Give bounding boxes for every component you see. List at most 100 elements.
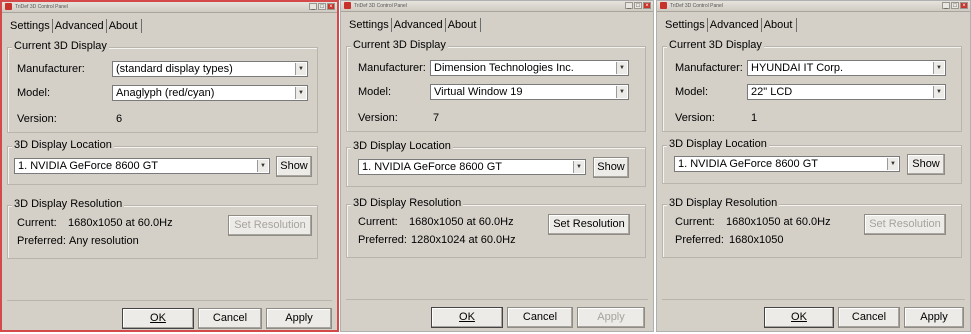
- preferred-resolution-label: Preferred:: [17, 235, 66, 247]
- title-bar[interactable]: TriDef 3D Control Panel _ □ ×: [657, 1, 970, 12]
- display-location-select[interactable]: 1. NVIDIA GeForce 8600 GT ▼: [358, 159, 586, 175]
- close-icon[interactable]: ×: [327, 3, 335, 10]
- group-label: Current 3D Display: [667, 39, 764, 51]
- version-label: Version:: [17, 113, 57, 125]
- tab-advanced[interactable]: Advanced: [708, 18, 762, 32]
- display-location-select[interactable]: 1. NVIDIA GeForce 8600 GT ▼: [674, 156, 900, 172]
- display-resolution-group: 3D Display Resolution Current: 1680x1050…: [7, 198, 318, 259]
- display-resolution-group: 3D Display Resolution Current: 1680x1050…: [346, 197, 646, 258]
- display-location-group: 3D Display Location 1. NVIDIA GeForce 86…: [7, 139, 318, 185]
- tab-advanced[interactable]: Advanced: [53, 19, 107, 33]
- footer-divider: [662, 299, 965, 300]
- current-resolution-label: Current:: [17, 217, 57, 229]
- manufacturer-select[interactable]: Dimension Technologies Inc. ▼: [430, 60, 629, 76]
- app-icon: [5, 3, 12, 10]
- set-resolution-button[interactable]: Set Resolution: [228, 215, 312, 236]
- model-select[interactable]: Virtual Window 19 ▼: [430, 84, 629, 100]
- display-location-group: 3D Display Location 1. NVIDIA GeForce 86…: [662, 138, 962, 184]
- chevron-down-icon[interactable]: ▼: [933, 86, 944, 98]
- preferred-resolution-label: Preferred:: [358, 234, 407, 246]
- current-resolution-value: 1680x1050 at 60.0Hz: [726, 216, 831, 228]
- current-display-group: Current 3D Display Manufacturer: HYUNDAI…: [662, 39, 962, 132]
- close-icon[interactable]: ×: [643, 2, 651, 9]
- tab-about[interactable]: About: [446, 18, 482, 32]
- manufacturer-select[interactable]: (standard display types) ▼: [112, 61, 308, 77]
- minimize-icon[interactable]: _: [625, 2, 633, 9]
- group-label: 3D Display Resolution: [12, 198, 125, 210]
- group-label: Current 3D Display: [351, 39, 448, 51]
- maximize-icon[interactable]: □: [634, 2, 642, 9]
- preferred-resolution-value: Any resolution: [69, 235, 139, 247]
- set-resolution-button[interactable]: Set Resolution: [548, 214, 630, 235]
- app-icon: [660, 2, 667, 9]
- model-value: 22" LCD: [751, 86, 793, 98]
- ok-button[interactable]: OK: [764, 307, 834, 328]
- set-resolution-button[interactable]: Set Resolution: [864, 214, 946, 235]
- display-location-group: 3D Display Location 1. NVIDIA GeForce 86…: [346, 140, 646, 187]
- display-location-value: 1. NVIDIA GeForce 8600 GT: [18, 160, 159, 172]
- cancel-button[interactable]: Cancel: [198, 308, 262, 329]
- manufacturer-value: Dimension Technologies Inc.: [434, 62, 574, 74]
- manufacturer-value: HYUNDAI IT Corp.: [751, 62, 844, 74]
- version-label: Version:: [358, 112, 398, 124]
- manufacturer-label: Manufacturer:: [675, 62, 743, 74]
- title-bar[interactable]: TriDef 3D Control Panel _ □ ×: [2, 2, 337, 13]
- chevron-down-icon[interactable]: ▼: [933, 62, 944, 74]
- title-bar[interactable]: TriDef 3D Control Panel _ □ ×: [341, 1, 653, 12]
- chevron-down-icon[interactable]: ▼: [616, 86, 627, 98]
- window-title: TriDef 3D Control Panel: [670, 3, 723, 9]
- tab-about[interactable]: About: [762, 18, 798, 32]
- current-resolution-label: Current:: [358, 216, 398, 228]
- manufacturer-label: Manufacturer:: [358, 62, 426, 74]
- chevron-down-icon[interactable]: ▼: [257, 160, 268, 172]
- tab-bar: Settings Advanced About: [347, 18, 482, 32]
- control-panel-window-3: TriDef 3D Control Panel _ □ × Settings A…: [656, 0, 971, 332]
- chevron-down-icon[interactable]: ▼: [295, 63, 306, 75]
- show-button[interactable]: Show: [276, 156, 312, 177]
- tab-settings[interactable]: Settings: [663, 18, 708, 32]
- ok-button[interactable]: OK: [122, 308, 194, 329]
- display-resolution-group: 3D Display Resolution Current: 1680x1050…: [662, 197, 962, 258]
- model-label: Model:: [675, 86, 709, 98]
- tab-settings[interactable]: Settings: [347, 18, 392, 32]
- current-display-group: Current 3D Display Manufacturer: Dimensi…: [346, 39, 646, 132]
- model-label: Model:: [17, 87, 51, 99]
- control-panel-window-1: TriDef 3D Control Panel _ □ × Settings A…: [0, 0, 339, 332]
- apply-button[interactable]: Apply: [266, 308, 332, 329]
- group-label: 3D Display Resolution: [667, 197, 780, 209]
- window-title: TriDef 3D Control Panel: [15, 4, 68, 10]
- window-title: TriDef 3D Control Panel: [354, 3, 407, 9]
- show-button[interactable]: Show: [593, 157, 629, 178]
- cancel-button[interactable]: Cancel: [838, 307, 900, 328]
- manufacturer-label: Manufacturer:: [17, 63, 85, 75]
- chevron-down-icon[interactable]: ▼: [573, 161, 584, 173]
- display-location-select[interactable]: 1. NVIDIA GeForce 8600 GT ▼: [14, 158, 270, 174]
- display-location-value: 1. NVIDIA GeForce 8600 GT: [678, 158, 819, 170]
- ok-button[interactable]: OK: [431, 307, 503, 328]
- model-select[interactable]: 22" LCD ▼: [747, 84, 946, 100]
- minimize-icon[interactable]: _: [942, 2, 950, 9]
- close-icon[interactable]: ×: [960, 2, 968, 9]
- tab-settings[interactable]: Settings: [8, 19, 53, 33]
- tab-advanced[interactable]: Advanced: [392, 18, 446, 32]
- manufacturer-select[interactable]: HYUNDAI IT Corp. ▼: [747, 60, 946, 76]
- chevron-down-icon[interactable]: ▼: [616, 62, 627, 74]
- maximize-icon[interactable]: □: [951, 2, 959, 9]
- minimize-icon[interactable]: _: [309, 3, 317, 10]
- app-icon: [344, 2, 351, 9]
- model-value: Anaglyph (red/cyan): [116, 87, 215, 99]
- version-value: 6: [116, 113, 123, 125]
- apply-button[interactable]: Apply: [904, 307, 964, 328]
- version-value: 7: [433, 112, 440, 124]
- show-button[interactable]: Show: [907, 154, 945, 175]
- model-select[interactable]: Anaglyph (red/cyan) ▼: [112, 85, 308, 101]
- maximize-icon[interactable]: □: [318, 3, 326, 10]
- tab-bar: Settings Advanced About: [663, 18, 798, 32]
- chevron-down-icon[interactable]: ▼: [295, 87, 306, 99]
- model-value: Virtual Window 19: [434, 86, 523, 98]
- apply-button[interactable]: Apply: [577, 307, 645, 328]
- manufacturer-value: (standard display types): [116, 63, 233, 75]
- cancel-button[interactable]: Cancel: [507, 307, 573, 328]
- tab-about[interactable]: About: [107, 19, 143, 33]
- chevron-down-icon[interactable]: ▼: [887, 158, 898, 170]
